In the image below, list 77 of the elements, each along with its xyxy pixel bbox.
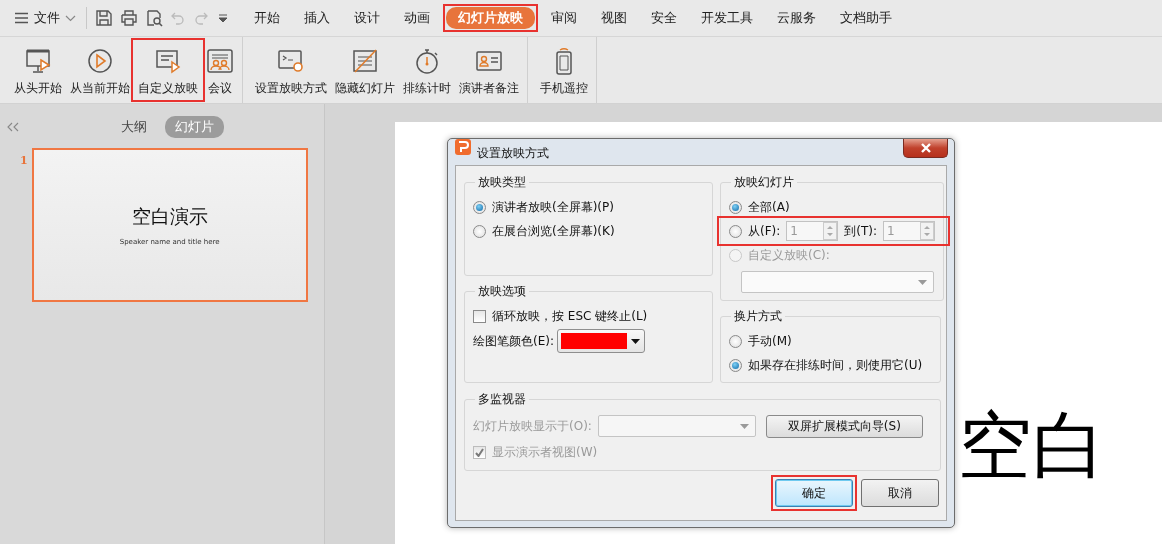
stopwatch-icon — [413, 47, 441, 75]
print-icon[interactable] — [120, 9, 138, 27]
undo-icon[interactable] — [170, 10, 186, 26]
menu-tab[interactable]: 视图 — [589, 7, 639, 29]
spinner-arrows-icon — [823, 222, 838, 240]
slide-play-icon — [154, 47, 182, 75]
dropdown-arrow-icon — [918, 279, 927, 285]
menu-tab[interactable]: 设计 — [342, 7, 392, 29]
hidden-slide-icon — [351, 47, 379, 75]
ribbon-button[interactable]: 手机遥控 — [536, 41, 592, 99]
group-title: 放映类型 — [477, 174, 527, 191]
play-circle-icon — [86, 47, 114, 75]
menu-tab[interactable]: 审阅 — [539, 7, 589, 29]
collapse-icon[interactable] — [7, 122, 19, 132]
ribbon-button[interactable]: 演讲者备注 — [455, 41, 523, 99]
checkbox-label: 循环放映，按 ESC 键终止(L) — [492, 307, 648, 325]
menu-icon — [14, 12, 29, 24]
radio-label: 自定义放映(C): — [748, 246, 830, 264]
field-label: 绘图笔颜色(E): — [473, 332, 554, 350]
print-preview-icon[interactable] — [145, 9, 163, 27]
checkbox-label: 显示演示者视图(W) — [492, 443, 598, 461]
dropdown-arrow-icon — [739, 423, 749, 429]
radio-label: 如果存在排练时间，则使用它(U) — [748, 356, 923, 374]
radio-button[interactable] — [729, 224, 742, 238]
ribbon-button[interactable]: 自定义放映 — [134, 41, 202, 99]
menu-tab[interactable]: 开发工具 — [689, 7, 765, 29]
menu-tab[interactable]: 开始 — [242, 7, 292, 29]
view-tab[interactable]: 大纲 — [111, 116, 157, 138]
radio-button[interactable] — [729, 358, 742, 372]
ribbon-button[interactable]: 会议 — [202, 41, 238, 99]
radio-label: 从(F): — [748, 222, 781, 240]
dialog-title: 设置放映方式 — [477, 145, 549, 162]
menu-tab[interactable]: 安全 — [639, 7, 689, 29]
radio-label: 在展台浏览(全屏幕)(K) — [492, 222, 615, 240]
radio-label: 全部(A) — [748, 198, 790, 216]
caret-icon[interactable] — [216, 11, 230, 25]
people-icon — [206, 47, 234, 75]
app-logo-icon — [455, 139, 471, 155]
ribbon-button[interactable]: 从头开始 — [10, 41, 66, 99]
save-icon[interactable] — [95, 9, 113, 27]
spinner-arrows-icon — [920, 222, 935, 240]
radio-label: 手动(M) — [748, 332, 792, 350]
radio-button[interactable] — [473, 224, 486, 238]
radio-button[interactable] — [473, 200, 486, 214]
file-menu[interactable]: 文件 — [14, 9, 76, 27]
radio-button[interactable] — [729, 334, 742, 348]
menu-tab[interactable]: 动画 — [392, 7, 442, 29]
thumbnail-title: 空白演示 — [131, 204, 208, 229]
field-label: 幻灯片放映显示于(O): — [473, 417, 592, 435]
slide-number: 1 — [20, 154, 28, 169]
color-dropdown[interactable] — [557, 329, 645, 353]
ribbon-button[interactable]: 设置放映方式 — [251, 41, 331, 99]
group-title: 放映选项 — [477, 283, 527, 300]
chevron-down-icon — [65, 14, 76, 22]
menu-tab[interactable]: 插入 — [292, 7, 342, 29]
dropdown-field[interactable] — [741, 271, 934, 293]
dropdown-arrow-icon — [631, 338, 640, 344]
group-title: 放映幻灯片 — [733, 174, 795, 191]
close-icon — [919, 143, 932, 153]
field-label: 到(T): — [844, 222, 878, 240]
group-title: 换片方式 — [733, 308, 783, 325]
close-button[interactable] — [903, 139, 948, 158]
menu-tab[interactable]: 文档助手 — [828, 7, 904, 29]
dialog-button[interactable]: 取消 — [861, 479, 939, 507]
group-title: 多监视器 — [477, 391, 527, 408]
ribbon-button[interactable]: 隐藏幻灯片 — [331, 41, 399, 99]
menu-tab[interactable]: 云服务 — [765, 7, 828, 29]
projector-screen-icon — [24, 47, 52, 75]
check-icon — [475, 447, 484, 457]
ribbon-button[interactable]: 排练计时 — [399, 41, 455, 99]
slide-title: 空白 — [958, 408, 1106, 490]
dropdown-field[interactable] — [597, 415, 756, 437]
radio-button[interactable] — [729, 200, 742, 214]
radio-label: 演讲者放映(全屏幕)(P) — [492, 198, 614, 216]
ribbon-button[interactable]: 从当前开始 — [66, 41, 134, 99]
redo-icon[interactable] — [193, 10, 209, 26]
checkbox[interactable] — [473, 309, 486, 323]
